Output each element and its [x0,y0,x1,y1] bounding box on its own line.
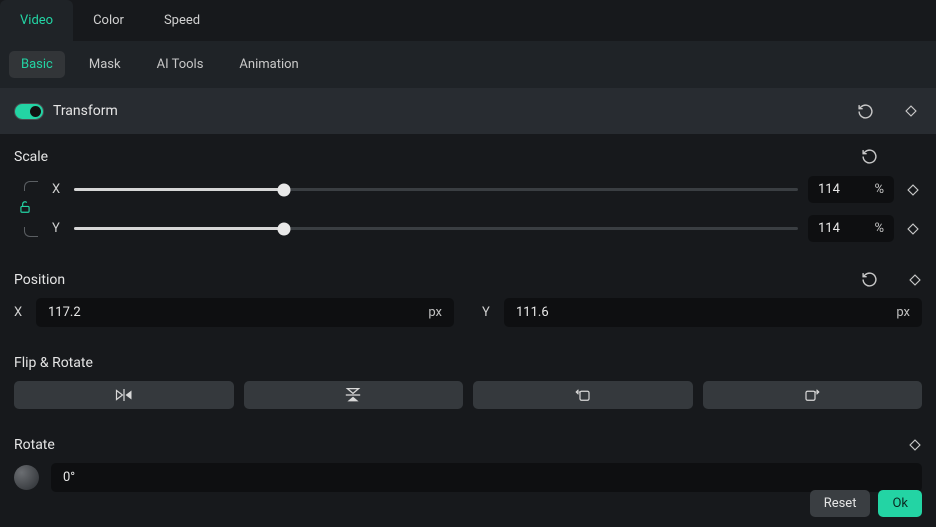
tab-video[interactable]: Video [0,0,73,41]
scale-x-slider[interactable] [74,180,798,200]
transform-header: Transform [0,88,936,134]
position-y-input[interactable]: 111.6 px [504,298,922,327]
reset-button[interactable]: Reset [810,490,871,517]
keyframe-transform-icon[interactable] [904,104,918,118]
scale-y-row: Y 114 % [52,215,922,242]
top-tabs: Video Color Speed [0,0,936,41]
position-row: Position [14,271,922,288]
scale-x-row: X 114 % [52,176,922,203]
rotate-input[interactable]: 0° [51,463,922,492]
transform-toggle[interactable] [14,103,44,120]
scale-lock[interactable] [14,175,42,243]
flip-vertical-button[interactable] [244,381,464,409]
unlock-icon [18,200,32,218]
transform-title: Transform [53,103,857,119]
scale-x-value[interactable]: 114 % [808,176,894,203]
sub-tabs: Basic Mask AI Tools Animation [0,41,936,88]
scale-y-slider[interactable] [74,219,798,239]
keyframe-position-icon[interactable] [908,273,922,287]
footer: Reset Ok [796,480,936,527]
flip-rotate-label: Flip & Rotate [14,355,922,371]
subtab-mask[interactable]: Mask [77,51,133,78]
flip-vertical-icon [345,387,361,403]
ok-button[interactable]: Ok [878,490,922,517]
scale-label: Scale [14,149,861,165]
keyframe-scale-y-icon[interactable] [906,222,920,236]
flip-horizontal-button[interactable] [14,381,234,409]
rotate-ccw-icon [574,387,592,403]
rotate-cw-button[interactable] [703,381,923,409]
rotate-cw-icon [803,387,821,403]
tab-speed[interactable]: Speed [144,0,220,41]
position-x-input[interactable]: 117.2 px [36,298,454,327]
subtab-ai-tools[interactable]: AI Tools [145,51,216,78]
flip-horizontal-icon [115,388,133,402]
scale-y-value[interactable]: 114 % [808,215,894,242]
subtab-animation[interactable]: Animation [227,51,310,78]
flip-rotate-row: Flip & Rotate [14,355,922,371]
tab-color[interactable]: Color [73,0,144,41]
reset-position-icon[interactable] [861,271,878,288]
rotate-row: Rotate [14,437,922,453]
rotate-label: Rotate [14,437,861,453]
rotate-ccw-button[interactable] [473,381,693,409]
subtab-basic[interactable]: Basic [9,51,65,78]
position-y-label: Y [482,305,494,320]
reset-scale-icon[interactable] [861,148,878,165]
keyframe-rotate-icon[interactable] [908,438,922,452]
position-label: Position [14,272,861,288]
scale-x-label: X [52,182,64,197]
position-x-label: X [14,305,26,320]
rotate-knob[interactable] [14,465,39,490]
scale-row: Scale [14,148,922,165]
scale-y-label: Y [52,221,64,236]
keyframe-scale-x-icon[interactable] [906,183,920,197]
reset-transform-icon[interactable] [857,103,874,120]
